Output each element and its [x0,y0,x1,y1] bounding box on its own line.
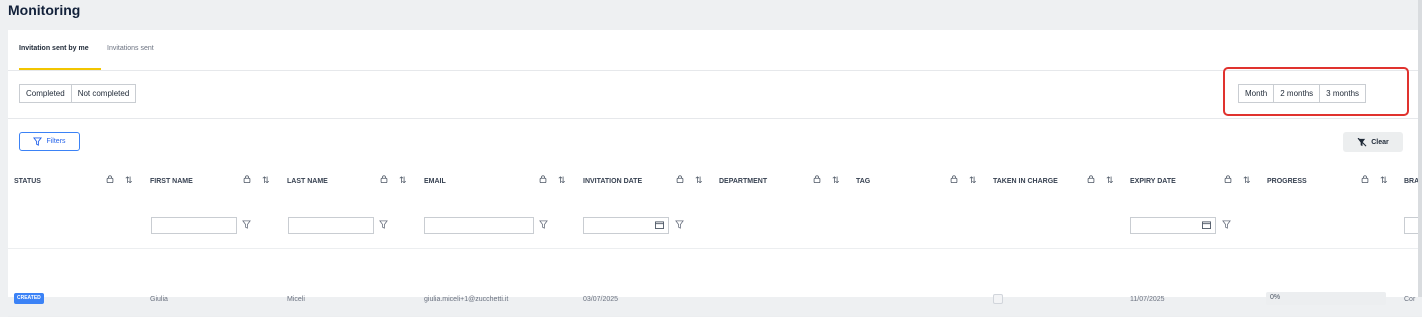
monitoring-card: Invitation sent by me Invitations sent C… [8,30,1422,317]
last-name-filter-input[interactable] [288,217,374,234]
sort-icon[interactable]: ⇅ [262,175,270,186]
lock-icon[interactable] [813,175,821,183]
month-button[interactable]: Month [1238,84,1275,103]
progress-value: 0% [1270,294,1281,301]
lock-icon[interactable] [1224,175,1232,183]
first-name-filter-input[interactable] [151,217,237,234]
not-completed-button[interactable]: Not completed [70,84,137,103]
sort-icon[interactable]: ⇅ [125,175,133,186]
status-toggle-group: Completed Not completed [19,84,137,103]
column-header-taken-in-charge[interactable]: TAKEN IN CHARGE [993,178,1058,185]
column-header-first-name[interactable]: FIRST NAME [150,178,193,185]
vertical-scrollbar[interactable] [1418,0,1422,297]
column-header-department[interactable]: DEPARTMENT [719,178,767,185]
clear-button[interactable]: Clear [1343,132,1403,152]
sort-icon[interactable]: ⇅ [832,175,840,186]
column-header-status[interactable]: STATUS [14,178,41,185]
sort-icon[interactable]: ⇅ [1380,175,1388,186]
page-title: Monitoring [8,2,81,18]
lock-icon[interactable] [380,175,388,183]
sort-icon[interactable]: ⇅ [558,175,566,186]
tab-invitation-sent-by-me[interactable]: Invitation sent by me [19,45,89,52]
lock-icon[interactable] [676,175,684,183]
column-header-progress[interactable]: PROGRESS [1267,178,1307,185]
filter-icon[interactable] [1222,220,1231,229]
email-filter-input[interactable] [424,217,534,234]
tab-invitations-sent[interactable]: Invitations sent [107,45,154,52]
sort-icon[interactable]: ⇅ [399,175,407,186]
branch-filter-input[interactable] [1404,217,1418,234]
email-cell: giulia.miceli+1@zucchetti.it [424,296,509,303]
tab-bar: Invitation sent by me Invitations sent [8,30,1422,71]
branch-cell: Cor [1404,296,1416,303]
completed-button[interactable]: Completed [19,84,72,103]
progress-bar: 0% [1266,292,1386,305]
filter-row-divider [8,248,1422,249]
toolbar-divider [8,118,1422,119]
sort-icon[interactable]: ⇅ [1243,175,1251,186]
sort-icon[interactable]: ⇅ [1106,175,1114,186]
lock-icon[interactable] [539,175,547,183]
sort-icon[interactable]: ⇅ [695,175,703,186]
clear-label: Clear [1371,138,1389,146]
filters-label: Filters [46,138,66,145]
two-months-button[interactable]: 2 months [1273,84,1321,103]
active-tab-indicator [19,68,101,70]
filter-icon[interactable] [242,220,251,229]
lock-icon[interactable] [1361,175,1369,183]
column-header-email[interactable]: EMAIL [424,178,446,185]
clear-filter-icon [1357,137,1367,146]
taken-in-charge-checkbox[interactable] [993,294,1003,304]
filter-icon[interactable] [539,220,548,229]
column-header-expiry-date[interactable]: EXPIRY DATE [1130,178,1176,185]
filters-button[interactable]: Filters [19,132,80,151]
lock-icon[interactable] [106,175,114,183]
filter-icon[interactable] [675,220,684,229]
column-header-last-name[interactable]: LAST NAME [287,178,328,185]
lock-icon[interactable] [950,175,958,183]
calendar-icon[interactable] [655,221,664,229]
three-months-button[interactable]: 3 months [1319,84,1367,103]
column-header-branch[interactable]: BRA [1404,178,1419,185]
first-name-cell: Giulia [150,296,168,303]
column-header-tag[interactable]: TAG [856,178,870,185]
filter-icon [33,137,43,146]
calendar-icon[interactable] [1202,221,1211,229]
last-name-cell: Miceli [287,296,305,303]
expiry-date-cell: 11/07/2025 [1130,296,1165,303]
status-badge: CREATED [14,293,44,304]
lock-icon[interactable] [1087,175,1095,183]
column-header-invitation-date[interactable]: INVITATION DATE [583,178,642,185]
sort-icon[interactable]: ⇅ [969,175,977,186]
filter-icon[interactable] [379,220,388,229]
period-toggle-group: Month 2 months 3 months [1238,84,1367,103]
invitation-date-cell: 03/07/2025 [583,296,619,303]
lock-icon[interactable] [243,175,251,183]
